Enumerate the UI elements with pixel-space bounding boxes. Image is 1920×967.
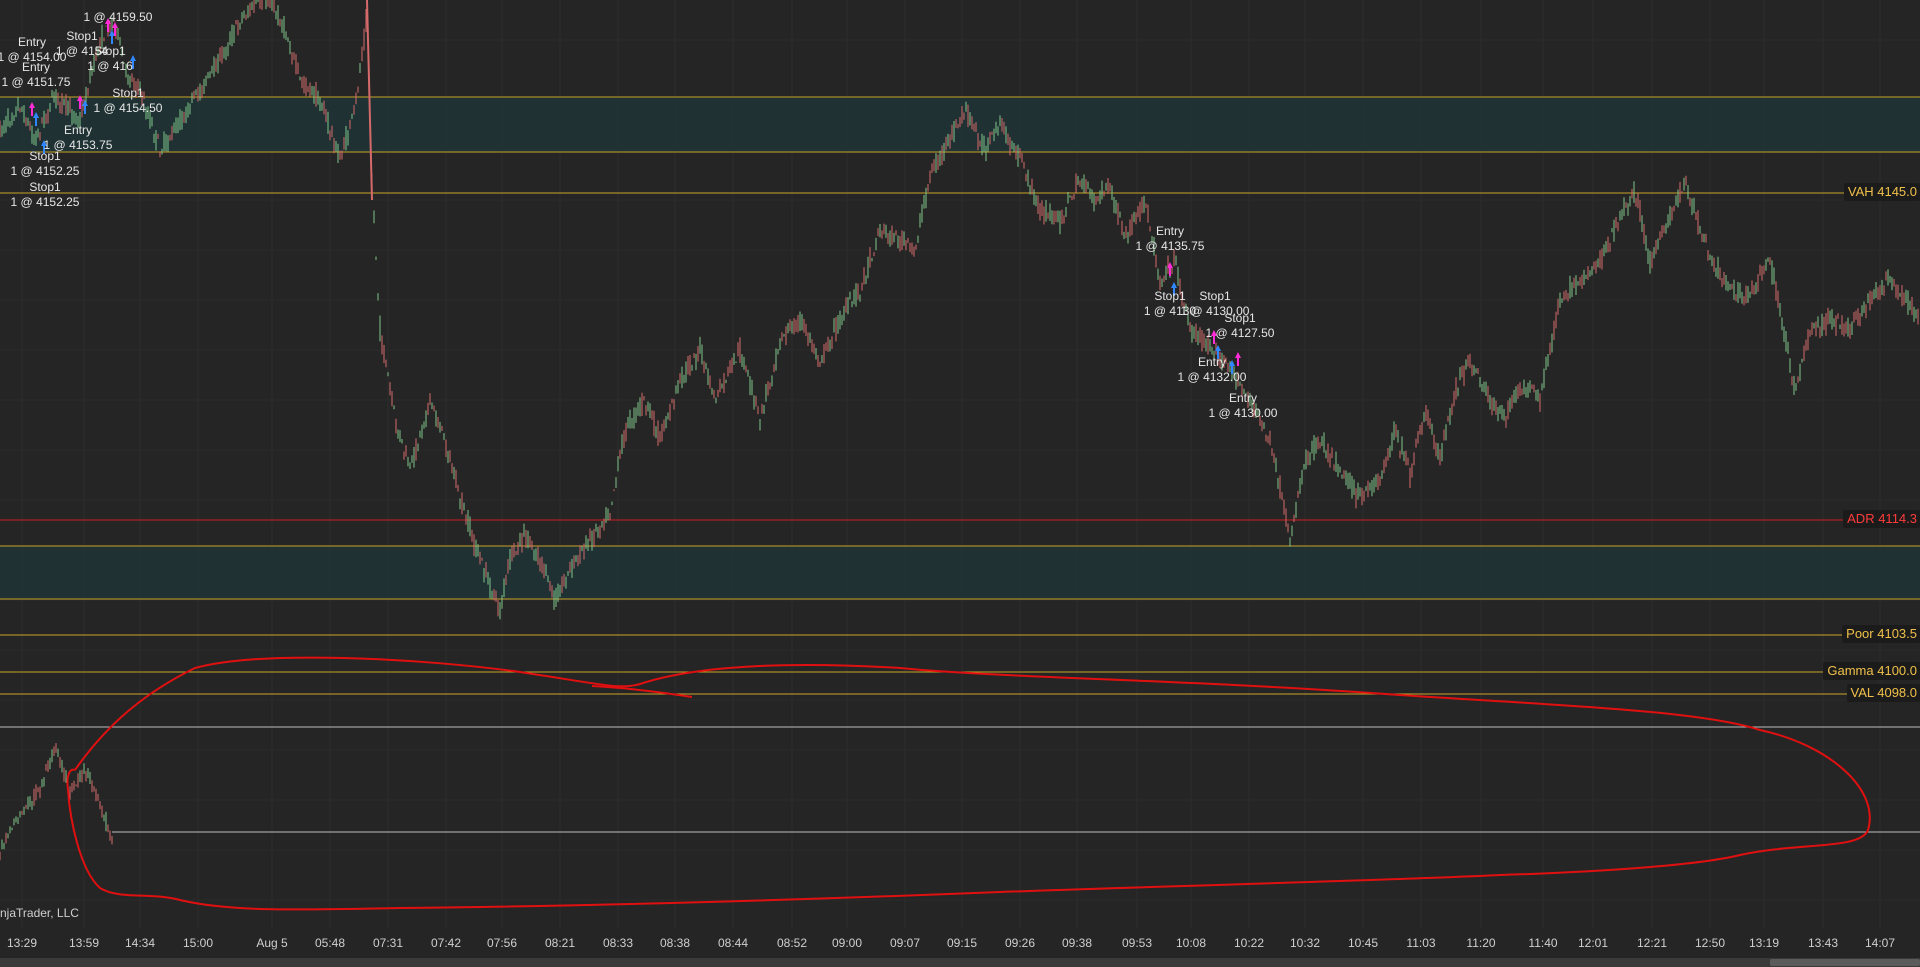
time-axis-label: 08:38 <box>659 936 691 950</box>
scrollbar-thumb[interactable] <box>1770 959 1920 966</box>
trade-label: Stop11 @ 4154.50 <box>94 86 163 115</box>
time-axis-label: 11:40 <box>1528 936 1558 950</box>
level-tag-gamma: Gamma 4100.0 <box>1823 662 1920 680</box>
time-axis-label: 14:07 <box>1864 936 1896 950</box>
trade-label-type: Stop1 <box>94 44 126 58</box>
time-axis-label: 08:33 <box>602 936 634 950</box>
copyright-text: njaTrader, LLC <box>0 906 79 920</box>
trade-label-price: 1 @ 4127.50 <box>1206 326 1275 340</box>
time-axis-label: 13:43 <box>1807 936 1839 950</box>
time-axis-label: 10:32 <box>1289 936 1321 950</box>
trade-label: Entry1 @ 4135.75 <box>1136 224 1205 253</box>
trade-markers <box>29 18 1241 374</box>
trade-label-price: 1 @ 416 <box>87 59 133 73</box>
time-axis-label: 12:21 <box>1636 936 1668 950</box>
time-axis: 13:29 13:59 14:34 15:00 Aug 5 05:48 07:31 07:42… <box>0 928 1920 958</box>
time-axis-label: 09:26 <box>1004 936 1036 950</box>
trade-label-price: 1 @ 4152.25 <box>11 195 80 209</box>
trade-label-price: 1 @ 4130.00 <box>1209 406 1278 420</box>
trade-label: Entry1 @ 4151.75 <box>2 60 71 89</box>
trade-label: Stop11 @ 416 <box>87 44 133 73</box>
time-axis-label: 13:59 <box>68 936 100 950</box>
trade-label-type: Stop1 <box>112 86 144 100</box>
time-axis-label: Aug 5 <box>256 936 288 950</box>
trade-label-price: 1 @ 4151.75 <box>2 75 71 89</box>
time-axis-label: 11:20 <box>1466 936 1496 950</box>
time-axis-label: 09:07 <box>889 936 921 950</box>
time-axis-label: 09:38 <box>1061 936 1093 950</box>
time-axis-label: 07:56 <box>486 936 518 950</box>
value-area-bands <box>0 97 1920 599</box>
trade-label: Stop11 @ 4152.25 <box>11 149 80 178</box>
time-axis-label: 08:52 <box>776 936 808 950</box>
trade-label: 1 @ 4159.50 <box>84 10 153 24</box>
lower-indicator-panel <box>0 726 1920 833</box>
level-lines <box>0 96 1920 695</box>
time-axis-label: 08:21 <box>544 936 576 950</box>
trade-label-type: Stop1 <box>66 29 98 43</box>
time-axis-label: 12:01 <box>1577 936 1609 950</box>
time-axis-label: 05:48 <box>314 936 346 950</box>
trade-label-type: Entry <box>18 35 46 49</box>
trade-label-type: Entry <box>64 123 92 137</box>
trade-label-type: Entry <box>1156 224 1184 238</box>
trade-label-price: 1 @ 4132.00 <box>1178 370 1247 384</box>
trade-label-type: Stop1 <box>29 180 61 194</box>
trade-label-type: Stop1 <box>1224 311 1256 325</box>
time-axis-label: 12:50 <box>1694 936 1726 950</box>
trade-label: Stop11 @ 4152.25 <box>11 180 80 209</box>
horizontal-scrollbar[interactable] <box>0 958 1920 967</box>
time-axis-label: 07:31 <box>372 936 404 950</box>
trade-label-price: 1 @ 4135.75 <box>1136 239 1205 253</box>
trade-label-type: Entry <box>1229 391 1257 405</box>
lower-value-band <box>0 546 1920 599</box>
time-axis-label: 10:22 <box>1233 936 1265 950</box>
time-axis-label: 10:08 <box>1175 936 1207 950</box>
price-chart[interactable]: Entry1 @ 4154.00Entry1 @ 4151.75Stop11 @… <box>0 0 1920 928</box>
trade-label: Entry1 @ 4132.00 <box>1178 355 1247 384</box>
time-axis-label: 13:29 <box>6 936 38 950</box>
level-tag-val: VAL 4098.0 <box>1846 684 1920 702</box>
time-axis-label: 08:44 <box>717 936 749 950</box>
trade-label-type: Stop1 <box>1154 289 1186 303</box>
time-axis-label: 11:03 <box>1406 936 1436 950</box>
time-axis-label: 09:15 <box>946 936 978 950</box>
trade-label-price: 1 @ 4152.25 <box>11 164 80 178</box>
trade-label-price: 1 @ 4159.50 <box>84 10 153 24</box>
time-axis-label: 09:53 <box>1121 936 1153 950</box>
hand-drawn-annotation <box>66 656 1871 911</box>
time-axis-label: 07:42 <box>430 936 462 950</box>
trade-label-type: Entry <box>22 60 50 74</box>
time-axis-label: 15:00 <box>182 936 214 950</box>
trade-label-type: Stop1 <box>1199 289 1231 303</box>
trade-label-type: Stop1 <box>29 149 61 163</box>
trade-label-type: Entry <box>1198 355 1226 369</box>
hand-drawn-annotation-tail <box>591 685 693 698</box>
level-tag-vah: VAH 4145.0 <box>1843 183 1920 201</box>
trade-label: Entry1 @ 4130.00 <box>1209 391 1278 420</box>
time-axis-label: 09:00 <box>831 936 863 950</box>
level-tag-poor: Poor 4103.5 <box>1842 625 1920 643</box>
trade-labels: Entry1 @ 4154.00Entry1 @ 4151.75Stop11 @… <box>0 10 1278 420</box>
time-axis-label: 10:45 <box>1347 936 1379 950</box>
level-tag-adr: ADR 4114.3 <box>1843 510 1920 528</box>
time-axis-label: 14:34 <box>124 936 156 950</box>
trade-label-price: 1 @ 4154.50 <box>94 101 163 115</box>
time-axis-label: 13:19 <box>1748 936 1780 950</box>
